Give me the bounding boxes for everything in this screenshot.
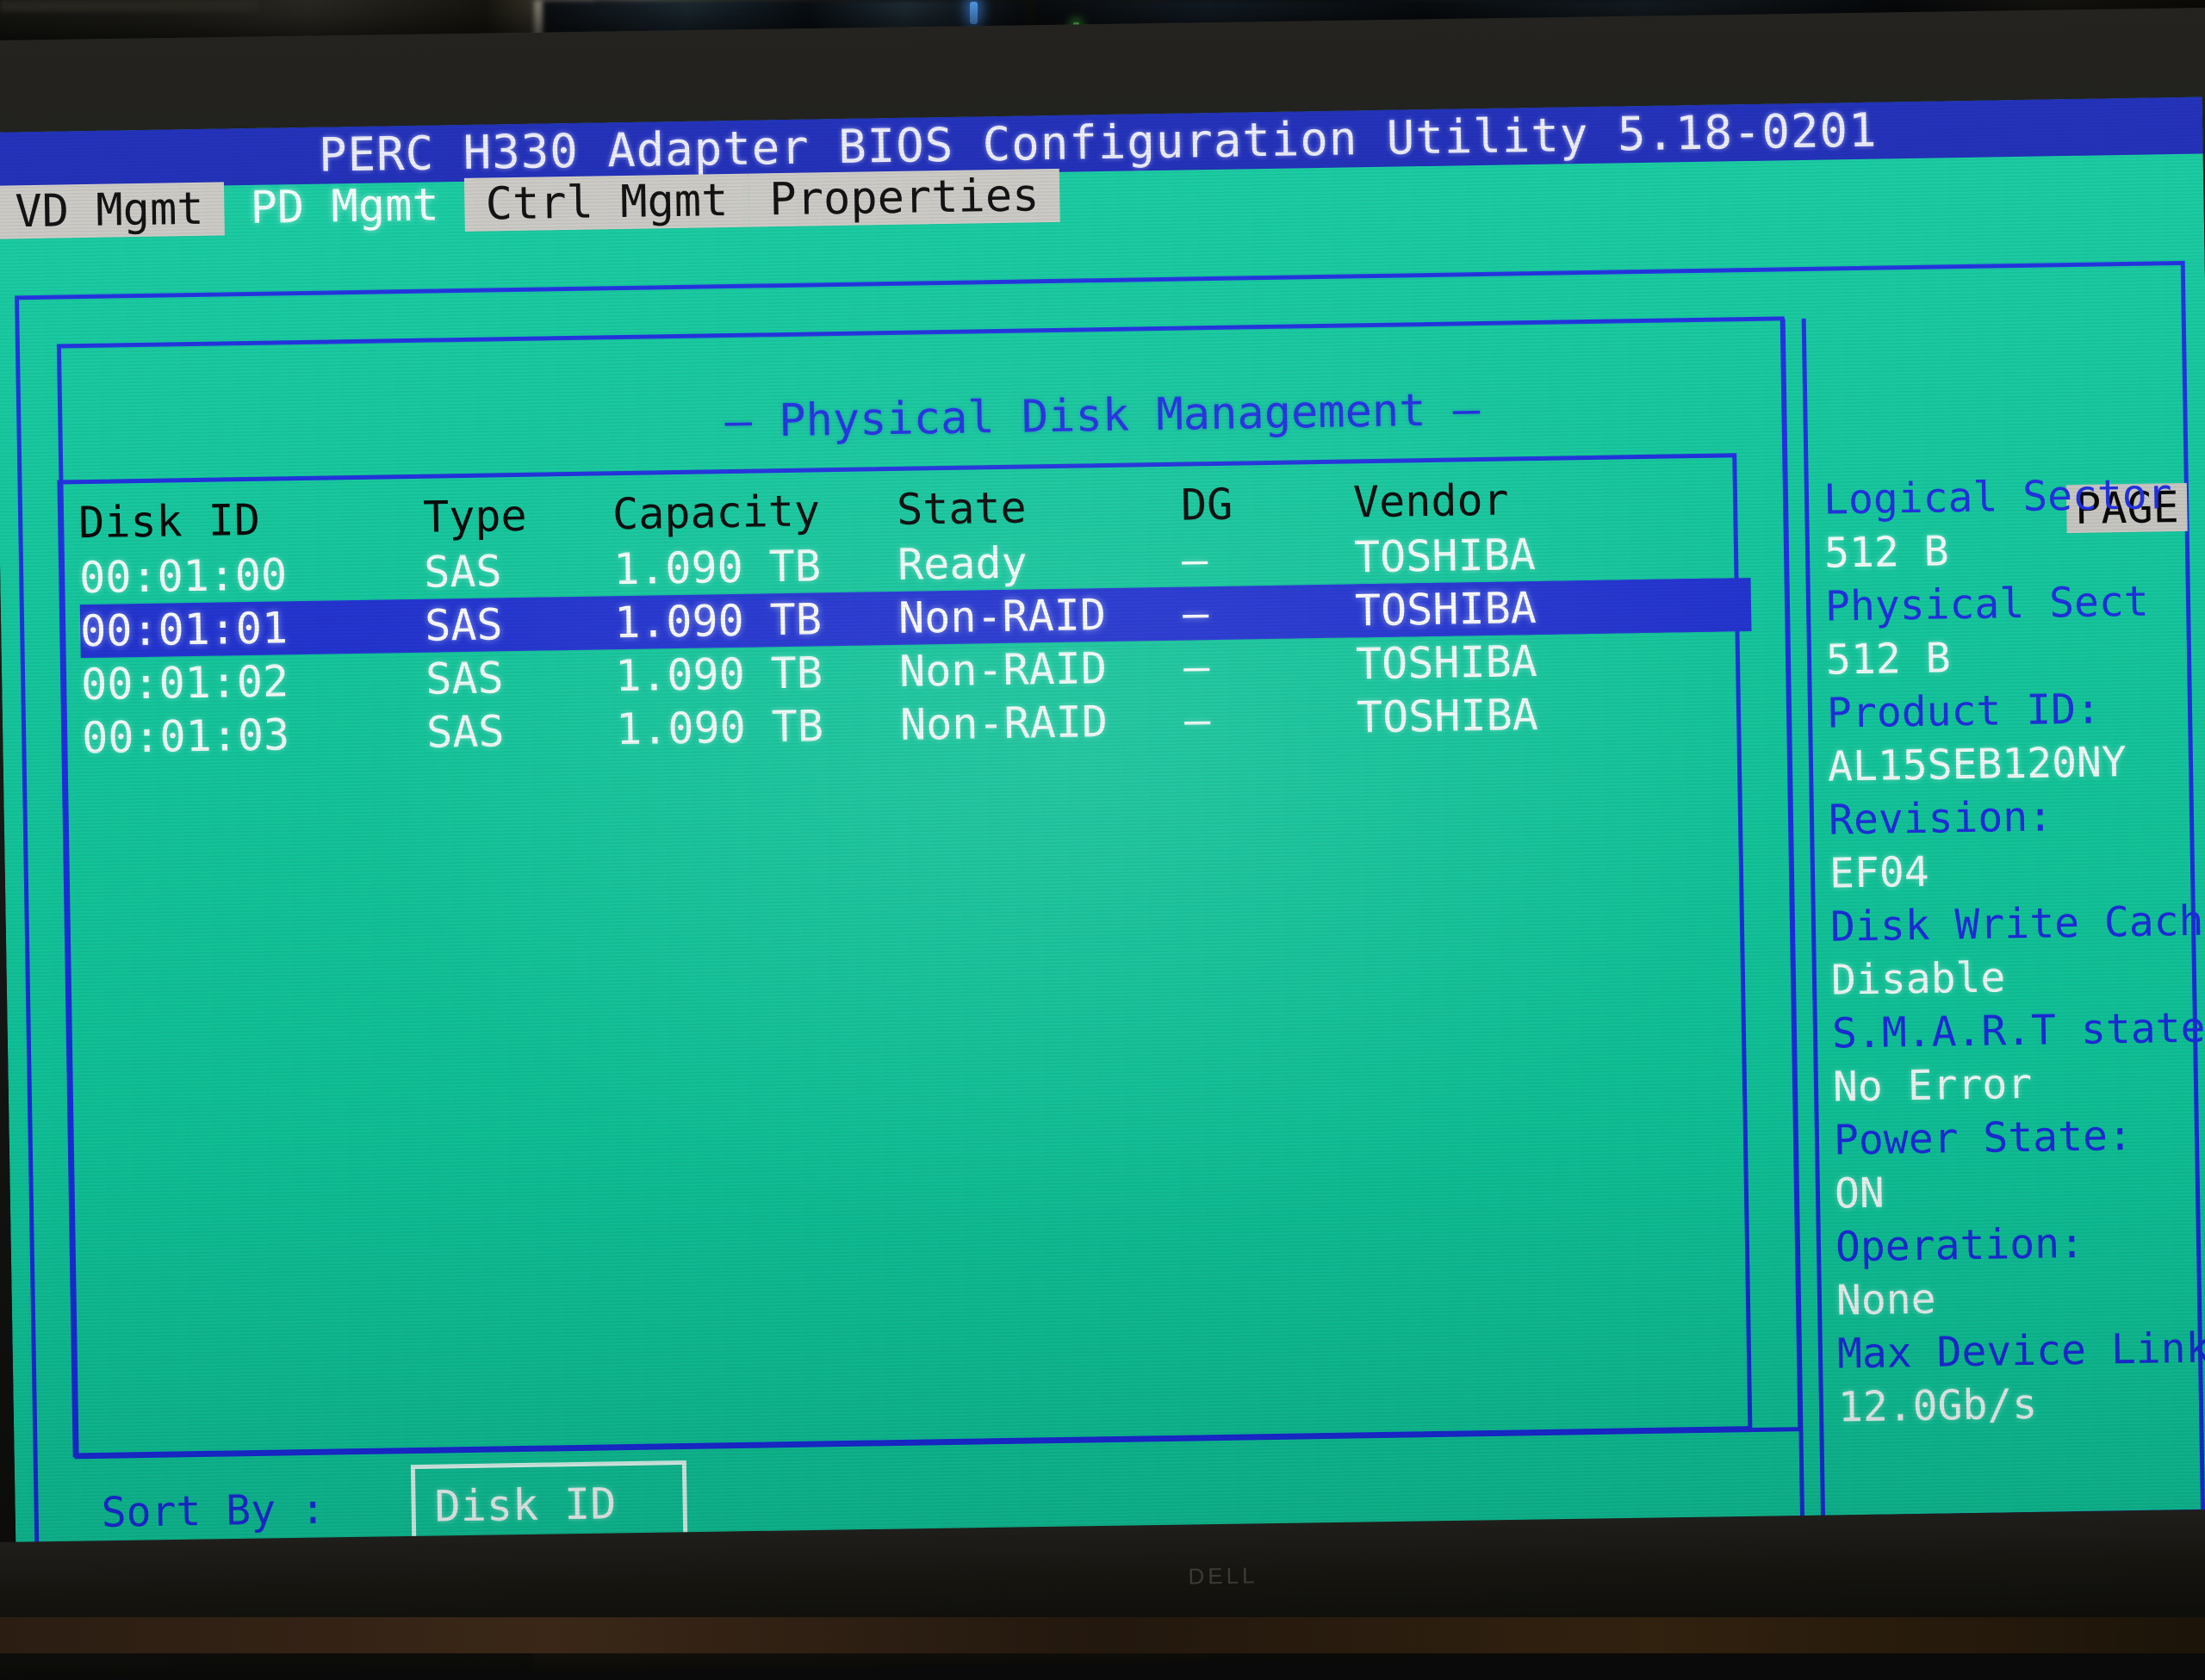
column-header-capacity[interactable]: Capacity <box>612 481 898 542</box>
detail-value-smart-state: No Error <box>1833 1054 2205 1114</box>
sort-by-label: Sort By : <box>101 1484 326 1539</box>
cell-state: Ready <box>898 534 1183 592</box>
detail-label-operation: Operation: <box>1835 1214 2205 1274</box>
cell-type: SAS <box>425 596 615 653</box>
cell-capacity: 1.090 TB <box>615 645 900 703</box>
detail-value-revision: EF04 <box>1829 840 2205 901</box>
cell-dg: – <box>1182 530 1355 586</box>
column-header-state[interactable]: State <box>897 477 1182 538</box>
detail-value-max-device-link: 12.0Gb/s <box>1837 1374 2205 1435</box>
bios-utility-screen: PERC H330 Adapter BIOS Configuration Uti… <box>0 97 2205 1552</box>
heading-dash-left: — <box>724 396 752 448</box>
cell-state: Non-RAID <box>899 641 1184 698</box>
tab-pd-mgmt[interactable]: PD Mgmt <box>229 178 460 235</box>
tab-vd-mgmt[interactable]: VD Mgmt <box>0 182 225 239</box>
tab-ctrl-mgmt[interactable]: Ctrl Mgmt <box>464 174 749 232</box>
tab-properties[interactable]: Properties <box>748 169 1060 227</box>
cell-disk-id: 00:01:01 <box>80 599 425 658</box>
detail-value-logical-sector: 512 B <box>1824 520 2205 580</box>
detail-label-product-id: Product ID: <box>1827 680 2205 741</box>
detail-value-physical-sector: 512 B <box>1826 627 2205 687</box>
detail-value-disk-write-cache: Disable <box>1831 947 2205 1007</box>
cell-dg: – <box>1184 691 1357 747</box>
column-header-vendor[interactable]: Vendor <box>1353 468 1716 531</box>
cell-state: Non-RAID <box>898 587 1183 645</box>
detail-label-revision: Revision: <box>1829 787 2205 847</box>
heading-text: Physical Disk Management <box>779 385 1426 447</box>
column-header-disk-id[interactable]: Disk ID <box>78 489 424 551</box>
detail-label-max-device-link: Max Device Link <box>1836 1321 2205 1381</box>
cell-dg: – <box>1183 584 1356 640</box>
desk-surface <box>0 1617 2205 1653</box>
detail-value-operation: None <box>1835 1268 2205 1328</box>
cell-vendor: TOSHIBA <box>1354 525 1717 585</box>
detail-label-logical-sector: Logical Sector <box>1823 467 2205 527</box>
ceiling-strip <box>0 0 258 12</box>
monitor-screen: PERC H330 Adapter BIOS Configuration Uti… <box>0 97 2205 1552</box>
detail-label-power-state: Power State: <box>1834 1107 2205 1168</box>
physical-disk-table: Disk ID Type Capacity State DG Vendor 00… <box>78 468 1754 765</box>
detail-label-smart-state: S.M.A.R.T state <box>1832 1001 2205 1061</box>
cell-capacity: 1.090 TB <box>613 538 898 596</box>
detail-value-product-id: AL15SEB120NY <box>1828 734 2205 794</box>
cell-disk-id: 00:01:00 <box>79 546 425 604</box>
cell-vendor: TOSHIBA <box>1356 632 1718 691</box>
detail-label-disk-write-cache: Disk Write Cach <box>1830 894 2205 954</box>
blue-indicator-led <box>970 2 978 24</box>
cell-type: SAS <box>424 542 614 599</box>
detail-value-power-state: ON <box>1835 1161 2205 1221</box>
cell-vendor: TOSHIBA <box>1357 685 1719 745</box>
cell-type: SAS <box>426 703 617 759</box>
cell-dg: – <box>1183 637 1357 693</box>
disk-detail-panel: Logical Sector 512 B Physical Sect 512 B… <box>1823 467 2205 1434</box>
monitor-brand-logo: DELL <box>1154 1562 1292 1593</box>
cell-type: SAS <box>425 649 616 706</box>
cell-capacity: 1.090 TB <box>614 592 899 649</box>
cell-disk-id: 00:01:03 <box>82 706 427 765</box>
cell-state: Non-RAID <box>900 694 1185 752</box>
cell-capacity: 1.090 TB <box>616 698 901 756</box>
cell-disk-id: 00:01:02 <box>81 653 426 711</box>
column-header-dg[interactable]: DG <box>1181 474 1354 533</box>
cell-vendor: TOSHIBA <box>1355 579 1717 638</box>
detail-label-physical-sector: Physical Sect <box>1825 573 2205 634</box>
column-header-type[interactable]: Type <box>423 486 613 546</box>
heading-dash-right: — <box>1452 384 1480 436</box>
